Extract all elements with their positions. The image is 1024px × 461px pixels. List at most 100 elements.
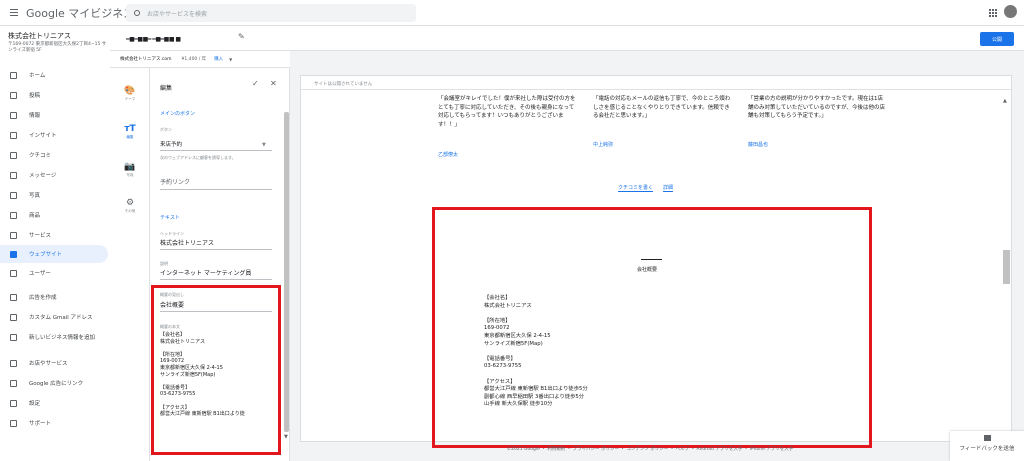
details-link[interactable]: 詳細 [663,184,674,192]
sidebar-item[interactable]: ホーム [0,66,108,84]
link-icon [10,379,17,387]
theme-icon: 🎨 [124,86,136,96]
sidebar-item[interactable]: お店やサービス [0,354,108,372]
site-title: ━■━■■━ ━■━■■ ■ [126,36,181,43]
sidebar: 株式会社トリニアス 〒169-0072 東京都新宿区大久保2丁目4−15 サンラ… [0,26,110,461]
sidebar-item-label: Google 広告にリンク [29,381,84,387]
close-icon[interactable]: ✕ [270,79,277,88]
sidebar-item-label: 投稿 [29,93,41,99]
feedback-button[interactable]: フィードバックを送信 [950,431,1024,461]
domain-name: 株式会社トリニアス.com [120,57,172,62]
review-text: 「会議室がキレイでした！僕が来社した際は受付の方をとても丁寧に対応していただき、… [438,96,576,128]
scroll-down-icon[interactable]: ▼ [284,434,288,440]
pencil-icon[interactable]: ✎ [238,32,245,41]
button-help-text: 次のウェブアドレスに顧客を誘導します。 [160,155,236,160]
website-header: ━■━■■━ ━■━■■ ■ ✎ 公開 [110,26,1024,51]
sidebar-item[interactable]: 新しいビジネス情報を追加 [0,328,108,346]
account-avatar[interactable] [1004,5,1017,18]
editor-tool-rail: 🎨 テーマ тT 編集 📷 写真 ⚙ その他 [110,68,150,461]
panel-title: 編集 [160,85,173,92]
sidebar-item[interactable]: 写真 [0,186,108,204]
check-icon[interactable]: ✓ [252,79,259,88]
menu-icon[interactable] [10,9,18,16]
sidebar-item[interactable]: サービス [0,226,108,244]
highlight-box-editor [151,285,281,455]
button-field-label: ボタン [160,127,172,132]
sidebar-item[interactable]: 情報 [0,106,108,124]
sidebar-item[interactable]: ユーザー [0,264,108,282]
sidebar-item-label: メッセージ [29,173,57,179]
sidebar-item-label: 新しいビジネス情報を追加 [29,335,96,341]
sidebar-item-label: ユーザー [29,271,51,277]
sidebar-item[interactable]: Google 広告にリンク [0,374,108,392]
preview-scrollbar-thumb[interactable] [1003,250,1010,284]
photos-icon [10,191,17,199]
business-name[interactable]: 株式会社トリニアス [8,31,71,41]
help-icon [10,419,17,427]
sidebar-item-label: サポート [29,421,52,427]
users-icon [10,269,17,277]
edit-text-icon: тT [124,124,136,134]
reviews-icon [10,151,17,159]
description-label: 説明 [160,261,168,266]
review-text: 「営業の方の説明が分かりやすかったです。現在は1店舗のみ対策していただいているの… [748,96,886,119]
tool-label: テーマ [124,97,136,101]
website-icon [10,250,17,258]
search-icon [134,10,140,16]
scroll-up-icon[interactable]: ▲ [1003,98,1007,104]
sidebar-item-label: 設定 [29,401,41,407]
info-icon [10,111,17,119]
sidebar-item-label: お店やサービス [29,361,68,367]
review-author[interactable]: 藤田昌也 [748,141,768,148]
top-app-bar: Google マイビジネス お店やサービスを検索 [0,0,1024,26]
tool-edit[interactable]: тT 編集 [110,124,150,140]
chevron-down-icon[interactable]: ▼ [262,142,266,148]
tool-other[interactable]: ⚙ その他 [110,198,150,214]
sidebar-item[interactable]: クチコミ [0,146,108,164]
write-review-link[interactable]: クチコミを書く [618,184,654,192]
sidebar-item[interactable]: メッセージ [0,166,108,184]
headline-input[interactable]: 株式会社トリニアス [160,238,272,250]
sidebar-item-label: ウェブサイト [29,252,63,258]
sidebar-item[interactable]: カスタム Gmail アドレス [0,308,108,326]
button-select[interactable]: 来店予約 [160,140,272,151]
feedback-label: フィードバックを送信 [959,446,1015,452]
sidebar-item[interactable]: サポート [0,414,108,432]
footer-links[interactable]: ©2021 Google ・ 利用規約 ・ プライバシー ポリシー ・ コンテン… [300,446,1000,452]
sidebar-item[interactable]: 設定 [0,394,108,412]
chevron-down-icon[interactable]: ▼ [229,57,232,62]
sidebar-item[interactable]: ウェブサイト [0,245,108,263]
description-input[interactable]: インターネット マーケティング員 [160,268,272,280]
domain-bar: 株式会社トリニアス.com ¥1,400 / 年 購入 ▼ [110,51,290,68]
sidebar-item[interactable]: 広告を作成 [0,288,108,306]
sidebar-item[interactable]: 投稿 [0,86,108,104]
logo-product: マイビジネス [68,6,135,20]
preview-notice: サイトは公開されていません [301,76,1011,90]
buy-domain-button[interactable]: 購入 [214,56,223,62]
review-author[interactable]: 乙部僚太 [438,151,458,158]
tool-label: 編集 [126,135,134,139]
scrollbar-thumb[interactable] [284,112,289,432]
text-section-title: テキスト [160,215,180,221]
apps-grid-icon[interactable] [989,9,997,17]
store-icon [10,359,17,367]
tool-label: 写真 [126,173,134,177]
feedback-icon [983,435,991,441]
settings-icon [10,399,17,407]
tool-photos[interactable]: 📷 写真 [110,162,150,178]
review-author[interactable]: 中上純弥 [593,141,613,148]
add-location-icon [10,333,17,341]
gmail-icon [10,313,17,321]
sidebar-item-label: 写真 [29,193,41,199]
sidebar-item-label: 広告を作成 [29,295,57,301]
review-text: 「電話の対応もメールの返信も丁寧で、今のところ煩わしさを感じることなくやりとりで… [593,96,731,119]
sidebar-item[interactable]: インサイト [0,126,108,144]
search-input[interactable]: お店やサービスを検索 [126,4,416,22]
tool-theme[interactable]: 🎨 テーマ [110,86,150,102]
sidebar-item[interactable]: 商品 [0,206,108,224]
app-logo[interactable]: Google マイビジネス [26,5,134,21]
messages-icon [10,171,17,179]
posts-icon [10,91,17,99]
booking-link-input[interactable]: 予約リンク [160,177,272,190]
publish-button[interactable]: 公開 [980,32,1014,46]
